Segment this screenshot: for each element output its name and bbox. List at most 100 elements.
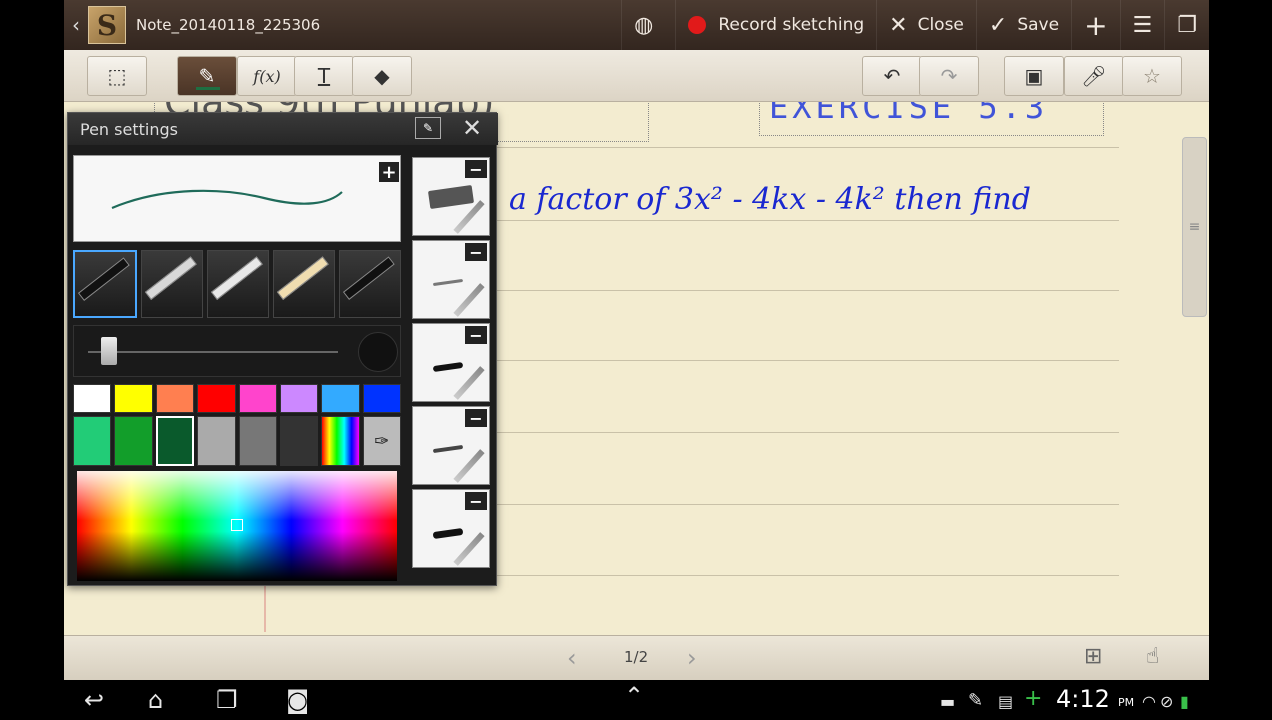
page-rule (494, 360, 1119, 361)
sync-globe-button[interactable]: ◍ (621, 0, 675, 50)
record-icon (688, 16, 707, 34)
screen: ‹ S Note_20140118_225306 ◍ Record sketch… (0, 0, 1272, 720)
color-swatch[interactable] (279, 384, 319, 413)
formula-tool-button[interactable]: f(x) (237, 56, 297, 96)
pen-preset[interactable]: − (412, 323, 490, 402)
color-swatch[interactable] (197, 384, 236, 413)
redo-icon: ↷ (940, 64, 958, 88)
pen-size-control (73, 325, 401, 377)
add-page-button[interactable]: + (1071, 0, 1119, 50)
undo-icon: ↶ (883, 64, 901, 88)
remove-preset-icon[interactable]: − (465, 492, 487, 511)
remove-preset-icon[interactable]: − (465, 326, 487, 345)
chinese-brush-icon (210, 256, 263, 300)
color-swatch[interactable] (73, 416, 112, 466)
next-page-icon[interactable]: › (687, 644, 697, 672)
hand-tool-icon[interactable]: ☝ (1146, 644, 1159, 669)
pen-type-brush[interactable] (141, 250, 203, 318)
color-swatch[interactable] (362, 384, 401, 413)
pen-type-list (73, 250, 401, 318)
color-swatch[interactable] (114, 384, 153, 413)
eyedropper-icon[interactable]: ✑ (362, 416, 401, 466)
close-button[interactable]: ✕ Close (876, 0, 976, 50)
undo-button[interactable]: ↶ (862, 56, 922, 96)
pen-settings-title: Pen settings (80, 120, 178, 139)
preset-nib (453, 366, 485, 400)
window-icon: ❐ (1177, 12, 1197, 38)
page-rule (494, 290, 1119, 291)
favorite-button[interactable]: ☆ (1122, 56, 1182, 96)
pencil-icon (276, 256, 329, 300)
pen-type-marker[interactable] (339, 250, 401, 318)
preset-stroke (432, 444, 464, 454)
tool-bar: ⬚ ✎ f(x) T ◆ ↶ ↷ ▣ 🎤︎ ☆ (64, 50, 1209, 102)
back-nav-icon[interactable]: ↩ (84, 686, 104, 714)
color-swatch[interactable] (197, 416, 236, 466)
multi-window-button[interactable]: ❐ (1164, 0, 1209, 50)
color-swatch[interactable] (238, 416, 277, 466)
pen-type-chinese-brush[interactable] (207, 250, 269, 318)
pen-tool-button[interactable]: ✎ (177, 56, 237, 96)
insert-image-button[interactable]: ▣ (1004, 56, 1064, 96)
app-logo[interactable]: S (88, 6, 126, 44)
pen-preset[interactable]: − (412, 157, 490, 236)
color-swatch[interactable] (155, 384, 195, 413)
page-rule (494, 504, 1119, 505)
formula-icon: f(x) (253, 66, 281, 86)
back-icon[interactable]: ‹ (64, 0, 88, 50)
pen-preset-list: − − − − − (412, 157, 490, 572)
microphone-icon: 🎤︎ (1081, 64, 1107, 88)
color-spectrum[interactable] (77, 471, 397, 581)
check-icon: ✓ (988, 12, 1008, 38)
pen-settings-header: Pen settings ✎ ✕ (68, 113, 498, 145)
save-label: Save (1017, 15, 1060, 35)
color-swatch[interactable] (114, 416, 153, 466)
page-scrollbar[interactable]: ≡ (1182, 137, 1207, 317)
expand-up-icon[interactable]: ⌃ (624, 682, 644, 710)
rainbow-swatch[interactable] (321, 416, 360, 466)
voice-record-button[interactable]: 🎤︎ (1064, 56, 1124, 96)
color-swatch[interactable] (279, 416, 319, 466)
page-nav-bar: ‹ 1/2 › ⊞ ☝ (64, 635, 1209, 680)
record-sketching-button[interactable]: Record sketching (675, 0, 876, 50)
camera-icon[interactable]: ◙ (286, 686, 309, 714)
home-nav-icon[interactable]: ⌂ (148, 686, 163, 714)
menu-button[interactable]: ☰ (1119, 0, 1165, 50)
text-tool-button[interactable]: T (294, 56, 354, 96)
preset-stroke (432, 527, 464, 540)
save-button[interactable]: ✓ Save (975, 0, 1071, 50)
preset-stroke (432, 278, 464, 287)
color-swatch[interactable] (155, 416, 195, 466)
pen-icon: ✎ (198, 64, 216, 88)
add-page-icon[interactable]: ⊞ (1084, 644, 1102, 669)
menu-icon: ☰ (1132, 12, 1153, 38)
selection-mode-button[interactable]: ⬚ (87, 56, 147, 96)
color-swatch[interactable] (73, 384, 112, 413)
pen-size-track[interactable] (88, 351, 338, 353)
previous-page-icon[interactable]: ‹ (567, 644, 577, 672)
pen-preset-icon[interactable]: ✎ (415, 117, 441, 139)
redo-button[interactable]: ↷ (919, 56, 979, 96)
pen-preset[interactable]: − (412, 240, 490, 319)
brush-icon (144, 256, 197, 300)
add-preset-icon[interactable]: + (379, 162, 399, 183)
close-icon[interactable]: ✕ (462, 114, 482, 142)
pen-preset[interactable]: − (412, 489, 490, 568)
plus-icon: + (1084, 8, 1108, 42)
pen-type-pencil[interactable] (273, 250, 335, 318)
pen-preset[interactable]: − (412, 406, 490, 485)
pen-size-slider[interactable] (100, 337, 117, 365)
preset-nib (453, 283, 485, 317)
remove-preset-icon[interactable]: − (465, 160, 487, 179)
recent-apps-icon[interactable]: ❐ (216, 686, 238, 714)
handwritten-exercise: EXERCISE 5.3 (769, 102, 1049, 126)
color-swatch[interactable] (238, 384, 277, 413)
pen-type-fountain[interactable] (73, 250, 137, 318)
remove-preset-icon[interactable]: − (465, 243, 487, 262)
page-rule (494, 147, 1119, 148)
spectrum-cursor[interactable] (231, 519, 243, 531)
remove-preset-icon[interactable]: − (465, 409, 487, 428)
eraser-tool-button[interactable]: ◆ (352, 56, 412, 96)
page-rule (494, 432, 1119, 433)
color-swatch[interactable] (321, 384, 360, 413)
